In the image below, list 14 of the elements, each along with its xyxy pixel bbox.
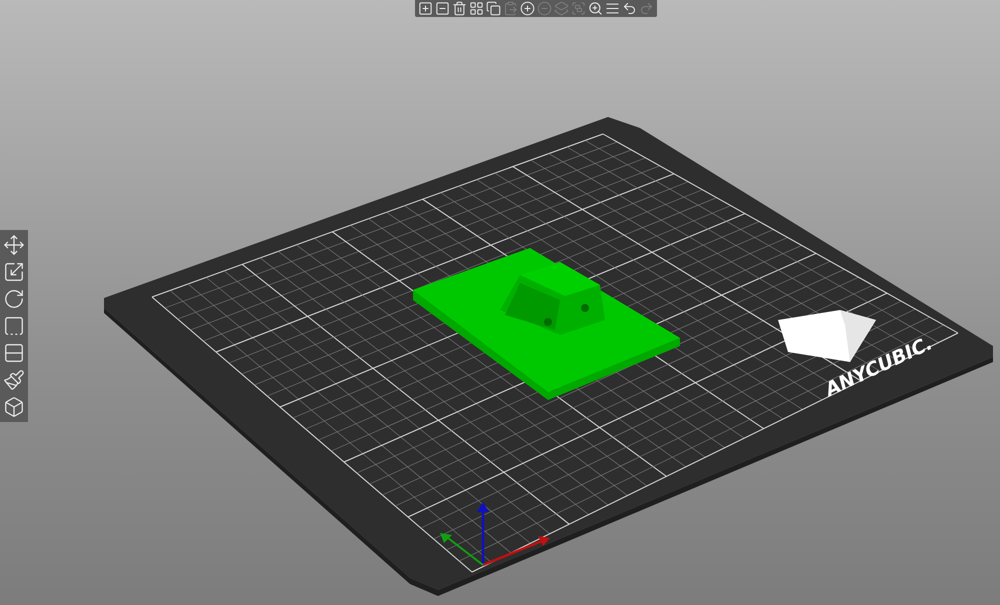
arrange-icon[interactable]: [469, 1, 484, 16]
paintbrush-icon[interactable]: [3, 369, 25, 391]
cut-icon[interactable]: [3, 342, 25, 364]
delete-button[interactable]: [435, 1, 450, 16]
move-icon[interactable]: [3, 234, 25, 256]
scale-icon[interactable]: [3, 261, 25, 283]
copy-icon[interactable]: [486, 1, 501, 16]
trash-icon[interactable]: [452, 1, 467, 16]
add-instance-icon[interactable]: [520, 1, 535, 16]
add-button[interactable]: [418, 1, 433, 16]
cube-icon[interactable]: [3, 396, 25, 418]
search-icon[interactable]: [588, 1, 603, 16]
rotate-icon[interactable]: [3, 288, 25, 310]
undo-icon[interactable]: [622, 1, 637, 16]
